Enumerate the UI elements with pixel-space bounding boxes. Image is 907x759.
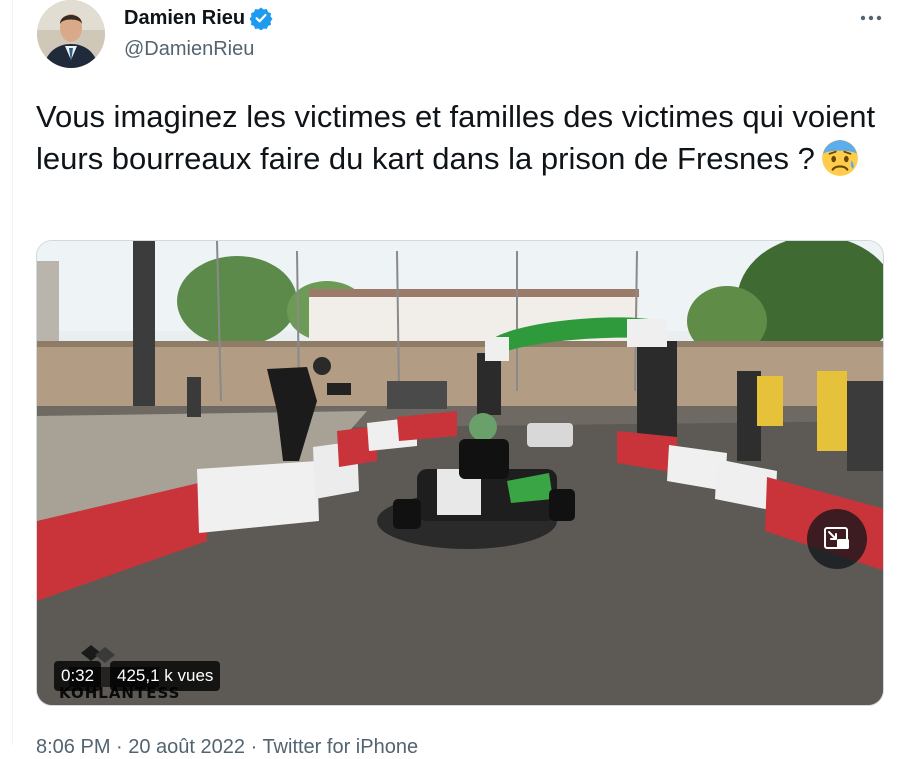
picture-in-picture-icon	[824, 527, 849, 549]
timeline-border	[12, 0, 13, 745]
video-frame	[37, 241, 883, 705]
anxious-face-with-sweat-icon	[821, 140, 858, 176]
video-player[interactable]: KOHLANTESS 0:32 425,1 k vues	[36, 240, 884, 706]
more-options-button[interactable]	[856, 6, 886, 30]
picture-in-picture-button[interactable]	[807, 509, 867, 569]
video-view-count: 425,1 k vues	[110, 661, 221, 691]
tweet-metadata: 8:06 PM · 20 août 2022 · Twitter for iPh…	[36, 736, 419, 758]
more-horizontal-icon	[860, 15, 882, 21]
profile-photo-icon	[37, 0, 105, 68]
author-handle[interactable]: @DamienRieu	[124, 38, 254, 61]
tweet-text: Vous imaginez les victimes et familles d…	[36, 96, 876, 180]
author-avatar[interactable]	[37, 0, 105, 68]
author-display-name[interactable]: Damien Rieu	[124, 7, 245, 30]
video-duration: 0:32	[54, 661, 102, 691]
tweet-text-body: Vous imaginez les victimes et familles d…	[36, 99, 884, 176]
verified-badge-icon	[249, 7, 273, 30]
